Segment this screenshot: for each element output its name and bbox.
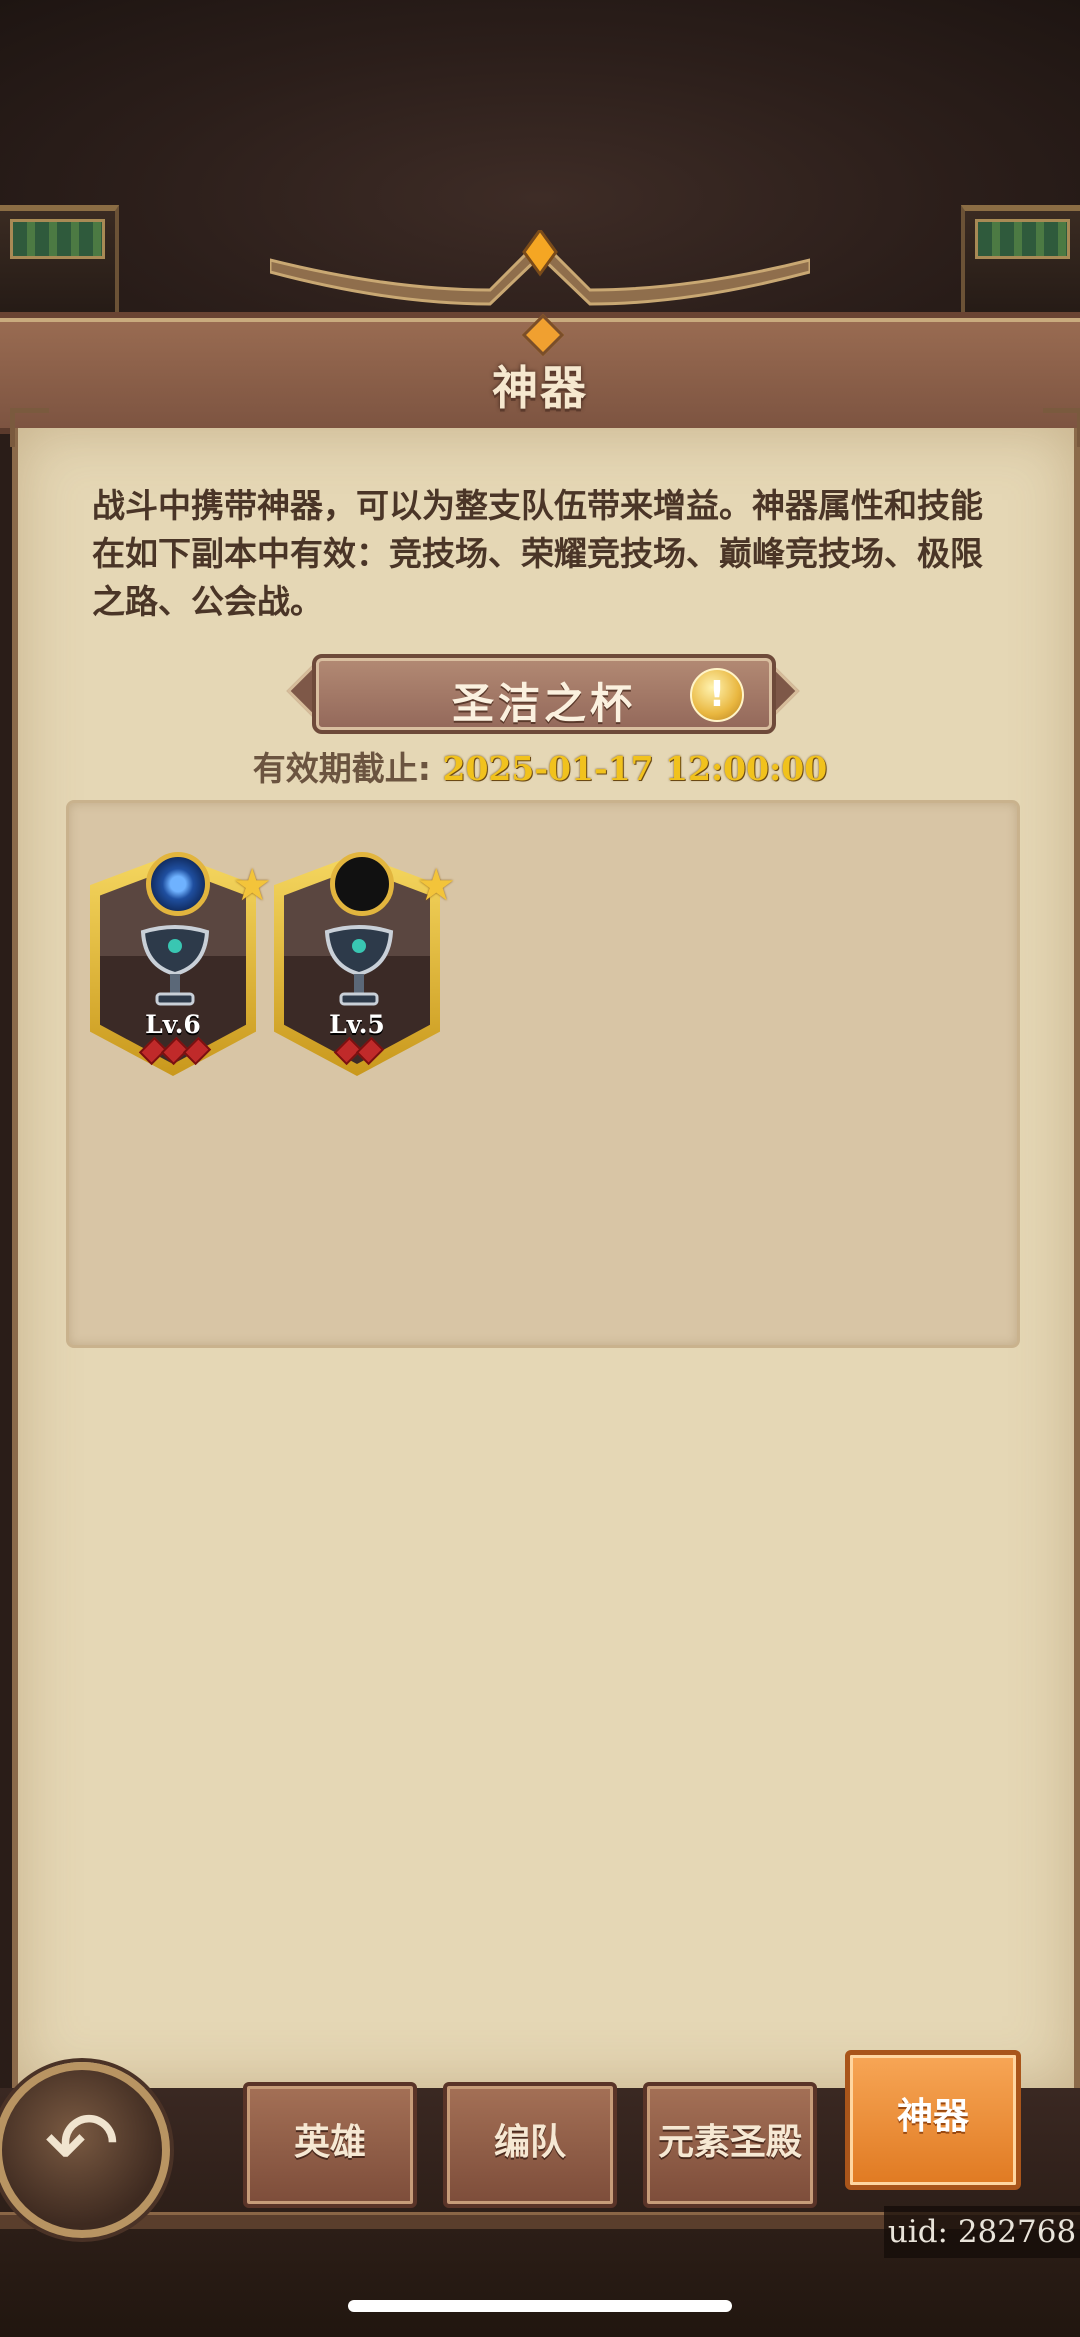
empty-emblem-icon [330,852,394,916]
validity-line: 有效期截止: 2025-01-17 12:00:00 [0,742,1080,790]
card-gems [314,1036,404,1066]
card-gems [130,1036,220,1066]
tab-heroes[interactable]: 英雄 [243,2082,417,2208]
corner-ornament [1043,408,1080,447]
tab-element-temple[interactable]: 元素圣殿 [643,2082,817,2208]
artifact-title-banner: 圣洁之杯 ! [312,654,776,734]
corner-ornament [10,408,49,447]
chalice-icon [324,925,394,1006]
blue-emblem-icon [146,852,210,916]
tab-artifact[interactable]: 神器 [845,2050,1021,2190]
validity-label: 有效期截止: [252,749,431,788]
home-indicator[interactable] [348,2300,732,2312]
red-gem-icon [355,1036,385,1066]
tab-formation[interactable]: 编队 [443,2082,617,2208]
crown-ornament [270,230,810,306]
red-gem-icon [182,1036,212,1066]
star-icon: ★ [416,860,456,911]
info-icon[interactable]: ! [690,668,744,722]
artifact-card[interactable]: ★ Lv.5 [274,832,456,1080]
star-icon: ★ [232,860,272,911]
artifact-description: 战斗中携带神器，可以为整支队伍带来增益。神器属性和技能在如下副本中有效：竞技场、… [92,486,983,621]
chalice-icon [140,925,210,1006]
card-level: Lv.5 [329,1010,385,1039]
card-level: Lv.6 [145,1010,201,1039]
validity-date: 2025-01-17 12:00:00 [442,749,828,788]
page-title: 神器 [492,361,588,415]
back-button[interactable]: ↶ [0,2062,170,2238]
user-id-label: uid: 282768 [884,2206,1080,2258]
right-pillar-decoration [961,205,1080,321]
artifact-card[interactable]: ★ Lv.6 [90,832,272,1080]
left-pillar-decoration [0,205,119,321]
back-arrow-icon: ↶ [44,2092,120,2197]
